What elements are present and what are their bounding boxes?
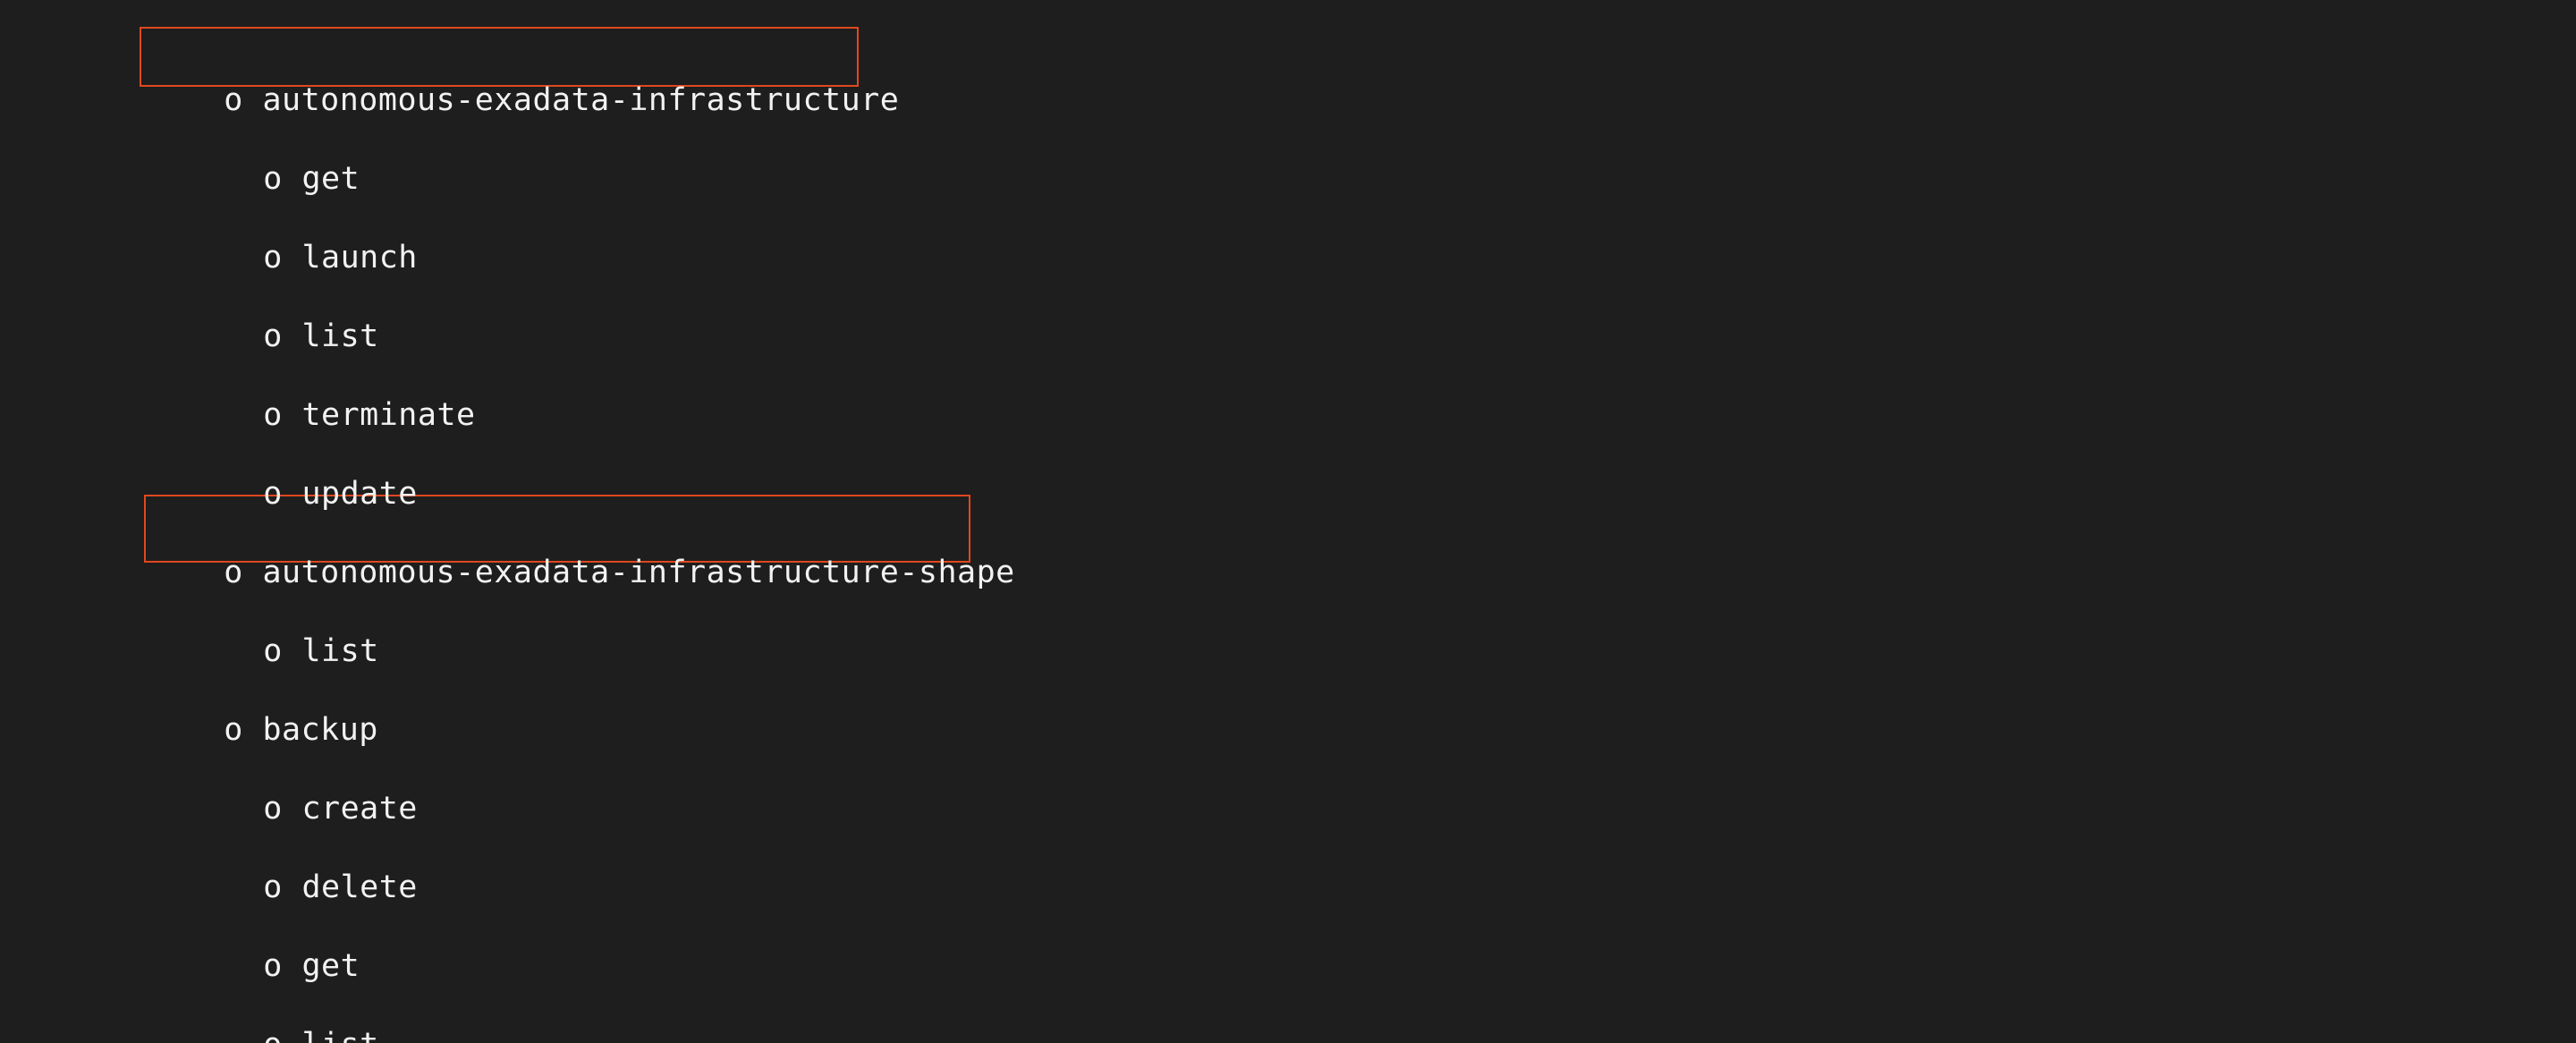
- command-line: o autonomous-exadata-infrastructure-shap…: [147, 497, 1015, 590]
- list-bullet: o: [263, 1027, 283, 1043]
- subcommand-line: o list: [186, 970, 379, 1043]
- terminal-output: o autonomous-exadata-infrastructure o ge…: [0, 0, 2576, 1043]
- command-line: o autonomous-exadata-infrastructure: [147, 25, 899, 118]
- subcommand-line: o get: [186, 891, 360, 984]
- command-line: o backup: [147, 655, 378, 748]
- subcommand-line: o list: [186, 576, 379, 669]
- subcommand-line: o list: [186, 261, 379, 354]
- subcommand-line: o update: [186, 419, 418, 512]
- subcommand-line: o launch: [186, 182, 418, 276]
- subcommand-line: o get: [186, 104, 360, 197]
- subcommand-line: o terminate: [186, 340, 476, 433]
- subcommand-name: list: [301, 1027, 378, 1043]
- subcommand-line: o delete: [186, 812, 418, 905]
- subcommand-line: o create: [186, 733, 418, 827]
